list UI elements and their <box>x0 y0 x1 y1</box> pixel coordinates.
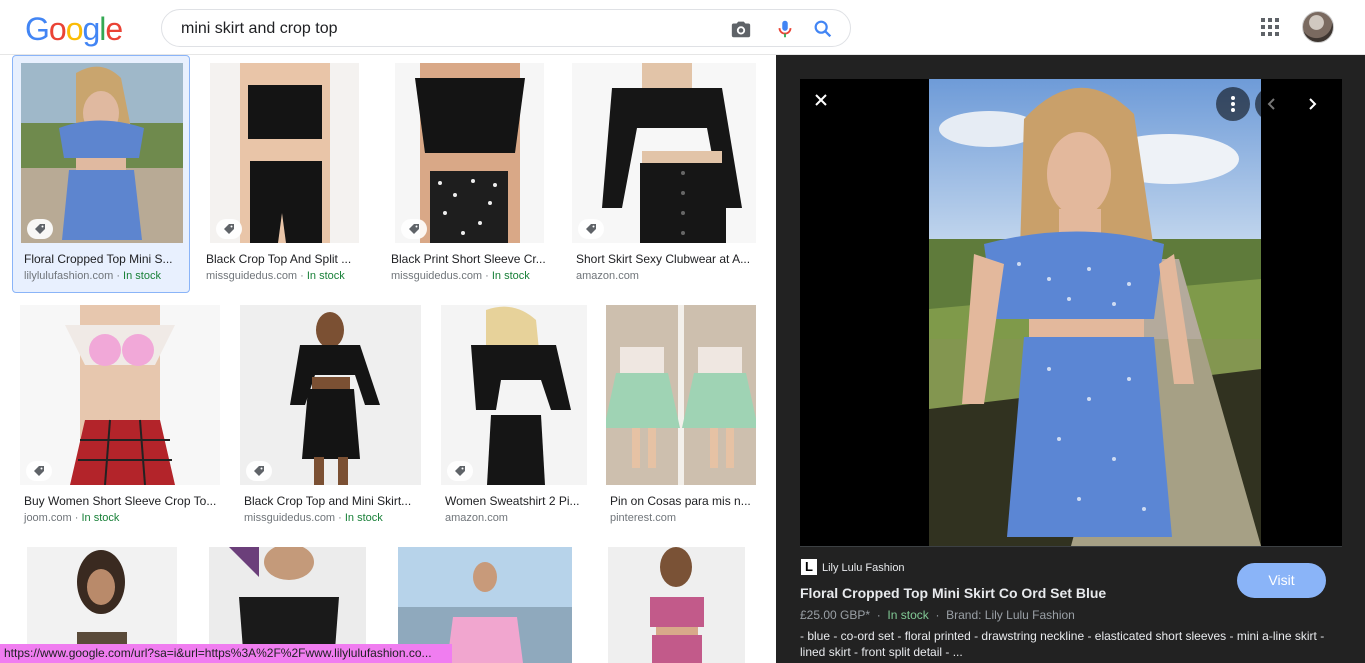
result-card[interactable]: Black Crop Top And Split ... missguidedu… <box>202 55 367 293</box>
source-name[interactable]: Lily Lulu Fashion <box>822 562 905 574</box>
meta-separator: · <box>876 608 881 622</box>
result-thumbnail[interactable] <box>21 63 183 243</box>
result-thumbnail[interactable] <box>240 305 421 485</box>
shopping-tag-icon <box>578 219 604 239</box>
result-thumbnail[interactable] <box>395 63 544 243</box>
preview-meta: £25.00 GBP* · In stock · Brand: Lily Lul… <box>800 608 1075 622</box>
preview-panel: L Lily Lulu Fashion Floral Cropped Top M… <box>776 55 1365 663</box>
google-logo[interactable]: Google <box>25 11 123 48</box>
preview-title[interactable]: Floral Cropped Top Mini Skirt Co Ord Set… <box>800 585 1106 601</box>
result-thumbnail[interactable] <box>20 305 220 485</box>
image-results-grid: Floral Cropped Top Mini S... lilylulufas… <box>0 55 776 663</box>
search-box <box>161 9 851 47</box>
avatar[interactable] <box>1302 11 1334 43</box>
divider <box>800 546 1342 547</box>
more-options-button[interactable] <box>1216 87 1250 121</box>
shopping-tag-icon <box>27 219 53 239</box>
shopping-tag-icon <box>246 461 272 481</box>
meta-separator: · <box>935 608 940 622</box>
preview-image-area <box>800 79 1342 546</box>
result-title[interactable]: Women Sweatshirt 2 Pi... <box>445 494 585 508</box>
result-card[interactable]: Black Print Short Sleeve Cr... missguide… <box>387 55 552 293</box>
close-button[interactable] <box>804 83 838 117</box>
result-card[interactable]: Buy Women Short Sleeve Crop To... joom.c… <box>20 305 220 535</box>
result-thumbnail[interactable] <box>210 63 359 243</box>
status-bar-url: https://www.google.com/url?sa=i&url=http… <box>0 644 452 663</box>
result-source: missguidedus.com · In stock <box>244 512 383 524</box>
previous-button[interactable] <box>1255 87 1289 121</box>
result-title[interactable]: Black Print Short Sleeve Cr... <box>391 252 548 266</box>
result-card[interactable]: Floral Cropped Top Mini S... lilylulufas… <box>12 55 190 293</box>
camera-icon[interactable] <box>730 18 752 40</box>
result-title[interactable]: Black Crop Top And Split ... <box>206 252 356 266</box>
result-title[interactable]: Pin on Cosas para mis n... <box>610 494 756 508</box>
result-source: lilylulufashion.com · In stock <box>24 270 161 282</box>
result-title[interactable]: Buy Women Short Sleeve Crop To... <box>24 494 218 508</box>
result-title[interactable]: Short Skirt Sexy Clubwear at A... <box>576 252 754 266</box>
result-card[interactable] <box>608 547 745 663</box>
shopping-tag-icon <box>401 219 427 239</box>
result-source: amazon.com <box>576 270 639 282</box>
result-source: pinterest.com <box>610 512 677 524</box>
next-button[interactable] <box>1295 87 1329 121</box>
result-card[interactable]: Pin on Cosas para mis n... pinterest.com <box>606 305 756 535</box>
result-thumbnail[interactable] <box>441 305 587 485</box>
result-source: missguidedus.com · In stock <box>206 270 345 282</box>
search-icon[interactable] <box>812 18 834 40</box>
result-source: amazon.com <box>445 512 508 524</box>
shopping-tag-icon <box>216 219 242 239</box>
preview-description: - blue - co-ord set - floral printed - d… <box>800 629 1325 659</box>
result-source: joom.com · In stock <box>24 512 120 524</box>
microphone-icon[interactable] <box>774 18 796 40</box>
scrollbar[interactable] <box>1356 55 1365 663</box>
search-input[interactable] <box>181 18 721 40</box>
result-source: missguidedus.com · In stock <box>391 270 530 282</box>
shopping-tag-icon <box>447 461 473 481</box>
top-bar: Google <box>0 0 1365 55</box>
result-title[interactable]: Floral Cropped Top Mini S... <box>24 252 180 266</box>
apps-grid-icon[interactable] <box>1259 16 1281 38</box>
result-thumbnail[interactable] <box>606 305 756 485</box>
result-thumbnail[interactable] <box>572 63 756 243</box>
price: £25.00 GBP* <box>800 608 871 622</box>
result-card[interactable]: Black Crop Top and Mini Skirt... missgui… <box>240 305 421 535</box>
brand: Brand: Lily Lulu Fashion <box>946 608 1075 622</box>
preview-image[interactable] <box>929 79 1261 546</box>
stock-status: In stock <box>887 608 929 622</box>
result-thumbnail[interactable] <box>608 547 745 663</box>
result-card[interactable]: Short Skirt Sexy Clubwear at A... amazon… <box>572 55 758 293</box>
visit-button[interactable]: Visit <box>1237 563 1326 598</box>
source-logo: L <box>801 559 817 575</box>
result-card[interactable]: Women Sweatshirt 2 Pi... amazon.com <box>441 305 587 535</box>
result-title[interactable]: Black Crop Top and Mini Skirt... <box>244 494 419 508</box>
shopping-tag-icon <box>26 461 52 481</box>
